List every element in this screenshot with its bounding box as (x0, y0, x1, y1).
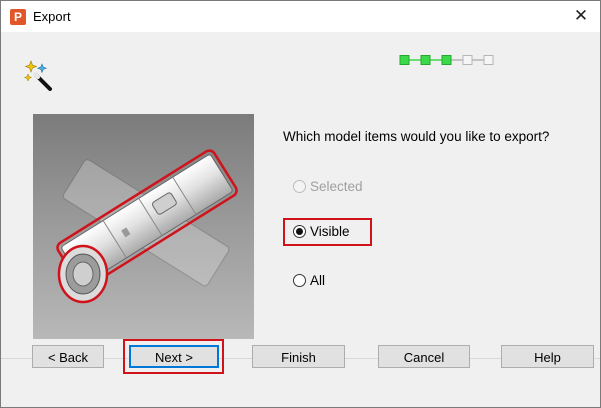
wizard-step-marker (483, 55, 494, 65)
title-bar: P Export ✕ (1, 1, 600, 32)
back-button[interactable]: < Back (32, 345, 104, 368)
radio-all[interactable]: All (293, 273, 325, 288)
help-button[interactable]: Help (501, 345, 594, 368)
wizard-step-marker (399, 55, 410, 65)
close-icon[interactable]: ✕ (567, 5, 595, 27)
radio-selected[interactable]: Selected (293, 179, 363, 194)
wizard-step-marker (420, 55, 431, 65)
app-logo-icon: P (10, 9, 26, 25)
wizard-progress-indicator (399, 55, 494, 65)
wizard-step-marker (462, 55, 473, 65)
radio-selected-label: Selected (310, 179, 363, 194)
next-button[interactable]: Next > (129, 345, 219, 368)
radio-visible-label: Visible (310, 224, 350, 239)
radio-all-indicator[interactable] (293, 274, 306, 287)
model-preview-image (33, 114, 254, 339)
radio-selected-indicator[interactable] (293, 180, 306, 193)
radio-visible[interactable]: Visible (293, 224, 350, 239)
finish-button[interactable]: Finish (252, 345, 345, 368)
radio-all-label: All (310, 273, 326, 288)
export-question: Which model items would you like to expo… (283, 129, 550, 144)
wizard-step-marker (441, 55, 452, 65)
export-dialog: P Export ✕ Which model items would you l… (0, 0, 601, 408)
cancel-button[interactable]: Cancel (378, 345, 470, 368)
radio-visible-indicator[interactable] (293, 225, 306, 238)
window-title: Export (33, 9, 71, 24)
wizard-wand-icon (23, 60, 52, 91)
